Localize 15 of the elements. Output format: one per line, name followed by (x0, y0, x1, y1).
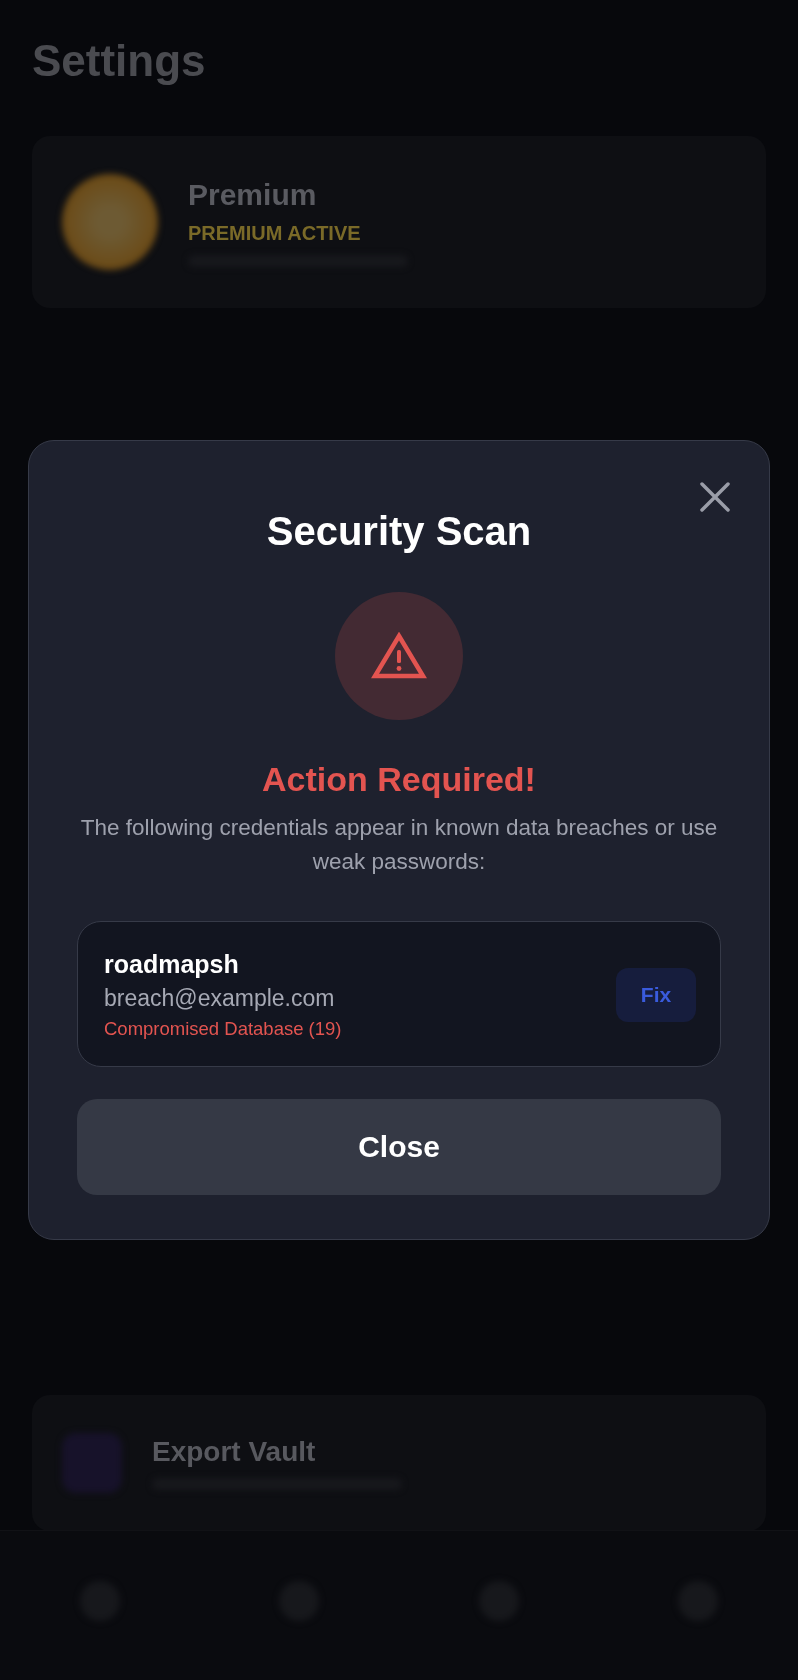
credential-name: roadmapsh (104, 950, 240, 979)
premium-badge-icon (62, 174, 158, 270)
page-title: Settings (32, 36, 207, 86)
export-vault-title[interactable]: Export Vault (152, 1436, 402, 1468)
warning-icon (371, 632, 427, 680)
plan-name: Premium (188, 177, 318, 212)
close-icon[interactable] (697, 479, 733, 515)
dialog-title: Security Scan (266, 509, 532, 554)
close-button[interactable]: Close (77, 1099, 721, 1195)
credential-issue: Compromised Database (19) (104, 1018, 342, 1040)
fix-button[interactable]: Fix (616, 968, 696, 1022)
alert-heading: Action Required! (262, 760, 536, 799)
plan-status: PREMIUM ACTIVE (188, 221, 362, 245)
credential-email: breach@example.com (104, 985, 336, 1012)
alert-description: The following credentials appear in known data breaches or use weak passwords: (79, 814, 719, 876)
